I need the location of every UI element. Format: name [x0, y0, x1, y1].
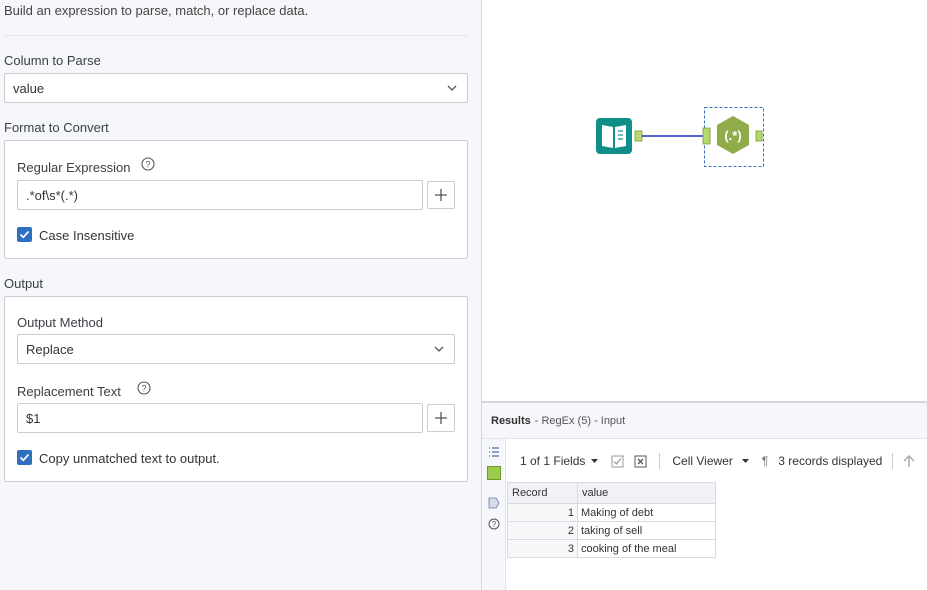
canvas-drawing: (.*) [596, 107, 764, 167]
copy-unmatched-checkbox[interactable] [17, 450, 32, 465]
output-method-select[interactable]: Replace [17, 334, 455, 364]
anchor-selector-icon[interactable] [487, 466, 501, 480]
caret-down-icon [591, 458, 599, 463]
records-count: 3 records displayed [778, 454, 883, 468]
output-method-value: Replace [26, 341, 74, 357]
replacement-text-label: Replacement Text [17, 384, 121, 399]
toolbar-divider [659, 453, 661, 469]
caret-down-icon [741, 458, 749, 463]
regular-expression-value: .*of\s*(.*) [26, 187, 79, 203]
results-pane: Results - RegEx (5) - Input ? 1 of 1 Fie… [482, 401, 927, 590]
record-cell: 3 [507, 539, 578, 558]
deselect-all-icon[interactable] [634, 455, 647, 468]
tool-description: Build an expression to parse, match, or … [4, 3, 309, 18]
list-icon[interactable] [488, 446, 500, 458]
results-title: Results [491, 414, 531, 427]
record-cell: 1 [507, 503, 578, 522]
table-row[interactable]: 3 cooking of the meal [507, 539, 716, 558]
input-data-tool[interactable] [596, 118, 632, 154]
table-row[interactable]: 2 taking of sell [507, 521, 716, 540]
case-insensitive-checkbox[interactable] [17, 227, 32, 242]
copy-unmatched-label: Copy unmatched text to output. [39, 451, 220, 466]
input-anchor[interactable] [702, 127, 711, 145]
case-insensitive-label: Case Insensitive [39, 228, 135, 243]
output-method-label: Output Method [17, 315, 103, 330]
app-window: Build an expression to parse, match, or … [0, 0, 927, 590]
column-header-value[interactable]: value [577, 482, 716, 504]
format-to-convert-group: Regular Expression ? .*of\s*(.*) Case In… [4, 140, 468, 259]
toolbar-divider [892, 453, 894, 469]
value-cell[interactable]: taking of sell [577, 521, 716, 540]
pilcrow-icon[interactable]: ¶ [762, 454, 768, 468]
checkmark-icon [19, 230, 30, 239]
value-cell[interactable]: Making of debt [577, 503, 716, 522]
value-cell[interactable]: cooking of the meal [577, 539, 716, 558]
output-label: Output [4, 276, 44, 291]
help-icon[interactable]: ? [137, 381, 151, 395]
regular-expression-input[interactable]: .*of\s*(.*) [17, 180, 423, 210]
svg-text:?: ? [141, 384, 146, 394]
divider [4, 35, 468, 36]
insert-token-button[interactable] [427, 181, 455, 209]
results-table: Record value 1 Making of debt 2 taking o… [507, 482, 716, 558]
record-cell: 2 [507, 521, 578, 540]
format-to-convert-label: Format to Convert [4, 120, 109, 135]
fields-dropdown[interactable]: 1 of 1 Fields [520, 454, 585, 468]
configuration-panel: Build an expression to parse, match, or … [0, 0, 482, 590]
help-icon[interactable]: ? [488, 518, 500, 530]
table-row[interactable]: 1 Making of debt [507, 503, 716, 522]
output-anchor[interactable] [634, 130, 643, 142]
svg-text:?: ? [145, 160, 150, 170]
plus-icon [435, 189, 447, 201]
output-group: Output Method Replace Replacement Text ?… [4, 296, 468, 482]
svg-text:?: ? [492, 520, 497, 529]
help-icon[interactable]: ? [141, 157, 155, 171]
workflow-canvas[interactable]: (.*) [482, 0, 927, 401]
regex-tool[interactable]: (.*) [717, 116, 749, 154]
column-to-parse-label: Column to Parse [4, 53, 101, 68]
column-to-parse-value: value [13, 80, 45, 96]
results-header: Results - RegEx (5) - Input [482, 403, 927, 439]
arrow-up-icon[interactable] [902, 454, 916, 468]
column-to-parse-select[interactable]: value [4, 73, 468, 103]
regex-icon: (.*) [724, 128, 741, 143]
replacement-text-value: $1 [26, 410, 41, 426]
results-sidebar: ? [482, 439, 506, 590]
output-anchor[interactable] [755, 130, 763, 142]
tag-icon[interactable] [488, 497, 500, 509]
results-toolbar: 1 of 1 Fields Cell Viewer ¶ 3 records di… [507, 440, 927, 482]
insert-token-button[interactable] [427, 404, 455, 432]
table-header-row: Record value [507, 482, 716, 504]
chevron-down-icon [447, 85, 457, 91]
regular-expression-label: Regular Expression [17, 160, 131, 175]
plus-icon [435, 412, 447, 424]
replacement-text-input[interactable]: $1 [17, 403, 423, 433]
checkmark-icon [19, 453, 30, 462]
column-header-record[interactable]: Record [507, 482, 578, 504]
cell-viewer-dropdown[interactable]: Cell Viewer [672, 454, 732, 468]
results-subtitle: - RegEx (5) - Input [534, 414, 626, 427]
checkbox-select-all-icon[interactable] [611, 455, 624, 468]
chevron-down-icon [434, 346, 444, 352]
